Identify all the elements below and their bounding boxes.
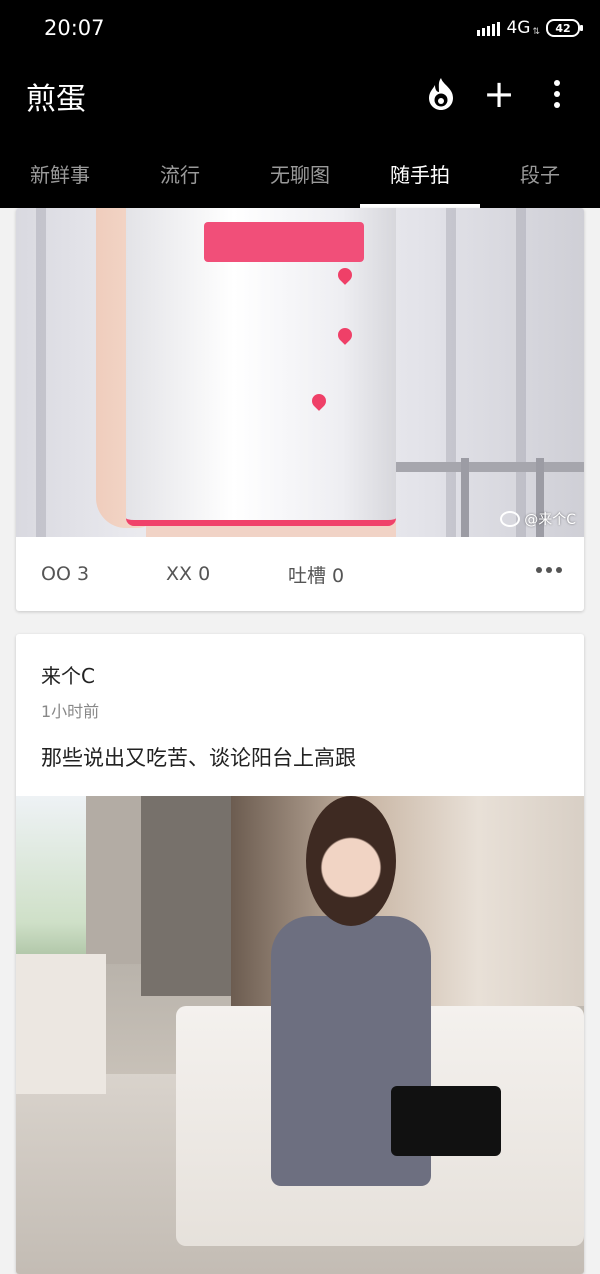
tab-duanzi[interactable]: 段子 — [480, 138, 600, 208]
post-text: 那些说出又吃苦、谈论阳台上高跟 — [41, 746, 356, 770]
tab-suishoupai[interactable]: 随手拍 — [360, 138, 480, 208]
network-type: 4G — [506, 18, 531, 38]
flame-icon — [429, 78, 453, 110]
post-time: 1小时前 — [41, 702, 100, 721]
more-horizontal-icon[interactable] — [536, 567, 562, 573]
app-actions: + — [412, 74, 586, 114]
post-card: @来个C OO 3 XX 0 吐槽 0 — [16, 208, 584, 611]
post-author[interactable]: 来个C — [41, 660, 95, 689]
post-card: 来个C 1小时前 那些说出又吃苦、谈论阳台上高跟 — [16, 634, 584, 1274]
plus-icon: + — [483, 72, 515, 116]
tab-liuxing[interactable]: 流行 — [120, 138, 240, 208]
more-vertical-icon — [554, 80, 560, 108]
watermark-text: @来个C — [524, 512, 576, 528]
status-bar: 20:07 4G ⇅ 42 — [0, 0, 600, 58]
image-watermark: @来个C — [500, 509, 576, 529]
downvote-button[interactable]: XX 0 — [166, 563, 210, 585]
post-image[interactable]: @来个C — [16, 208, 584, 537]
tab-wuliaotu[interactable]: 无聊图 — [240, 138, 360, 208]
battery-icon: 42 — [546, 19, 583, 37]
app-bar: 煎蛋 + — [0, 58, 600, 138]
add-button[interactable]: + — [470, 74, 528, 114]
post-image[interactable] — [16, 796, 584, 1274]
category-tabs: 新鲜事 流行 无聊图 随手拍 段子 — [0, 138, 600, 208]
status-time: 20:07 — [44, 16, 105, 40]
app-title: 煎蛋 — [26, 82, 86, 117]
weibo-icon — [500, 511, 521, 527]
status-icons: 4G ⇅ 42 — [477, 18, 583, 38]
hot-button[interactable] — [412, 74, 470, 114]
network-activity-icon: ⇅ — [532, 27, 540, 37]
tab-xinxianshi[interactable]: 新鲜事 — [0, 138, 120, 208]
battery-level: 42 — [555, 21, 571, 35]
signal-icon — [477, 20, 501, 36]
comment-button[interactable]: 吐槽 0 — [288, 561, 344, 588]
post-actions: OO 3 XX 0 吐槽 0 — [16, 537, 584, 611]
more-options-button[interactable] — [528, 74, 586, 114]
upvote-button[interactable]: OO 3 — [41, 563, 89, 585]
